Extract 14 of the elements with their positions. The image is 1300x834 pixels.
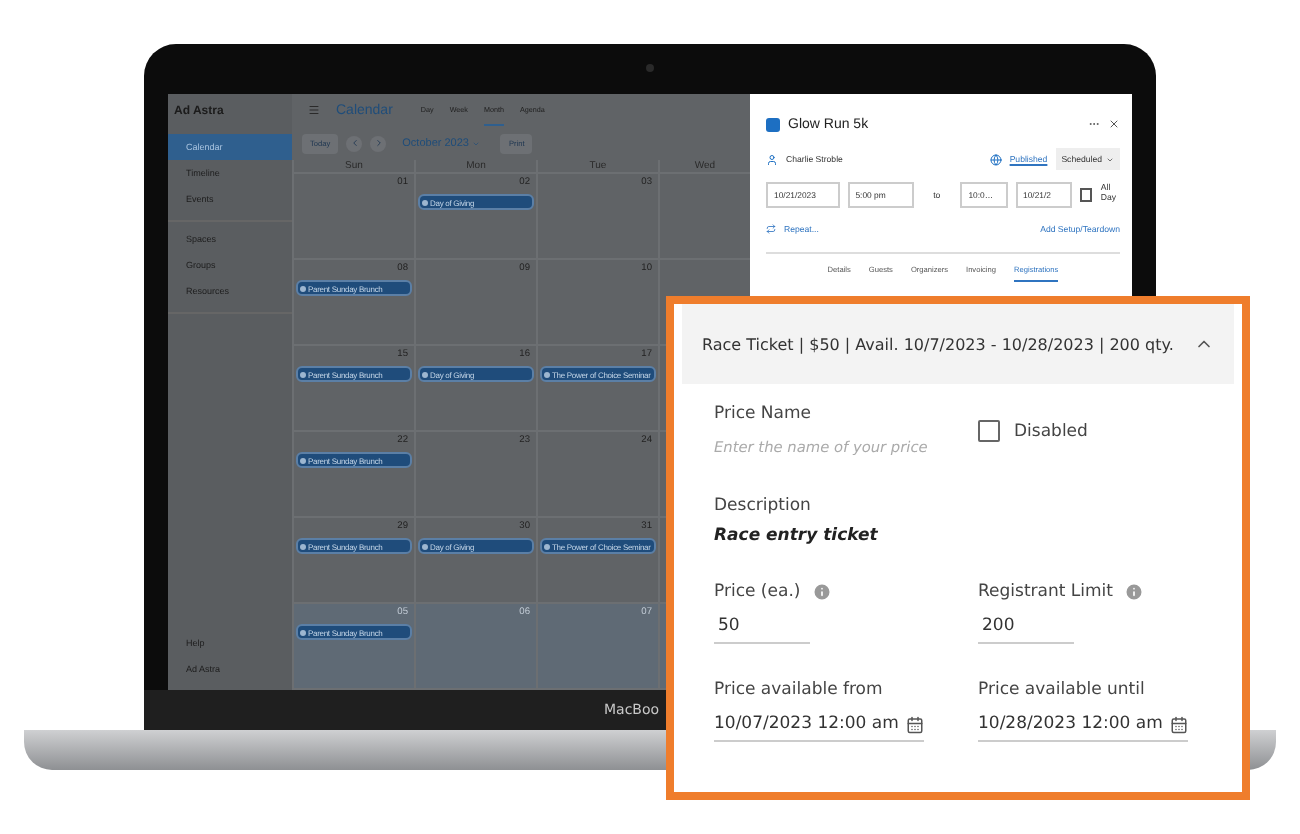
- field-label: Price (ea.): [714, 582, 801, 602]
- field-label: Price available until: [978, 680, 1147, 700]
- field-label: Description: [714, 496, 813, 516]
- checkbox-label: Disabled: [1014, 421, 1088, 441]
- registrant-limit-field[interactable]: 200: [978, 612, 1074, 644]
- description-text: Race entry ticket: [714, 526, 880, 546]
- field-label: Registrant Limit: [978, 582, 1113, 602]
- field-label: Price Name: [714, 404, 814, 424]
- field-label: Price available from: [714, 680, 885, 700]
- price-field[interactable]: 50: [714, 612, 810, 644]
- ticket-summary: Race Ticket | $50 | Avail. 10/7/2023 - 10/28/2023 | 200 qty.: [702, 335, 1174, 353]
- date-field[interactable]: 10/28/2023 12:00 am: [978, 710, 1188, 742]
- date-field[interactable]: 10/07/2023 12:00 am: [714, 710, 924, 742]
- ticket-header[interactable]: Race Ticket | $50 | Avail. 10/7/2023 - 10/28/2023 | 200 qty.: [682, 304, 1234, 384]
